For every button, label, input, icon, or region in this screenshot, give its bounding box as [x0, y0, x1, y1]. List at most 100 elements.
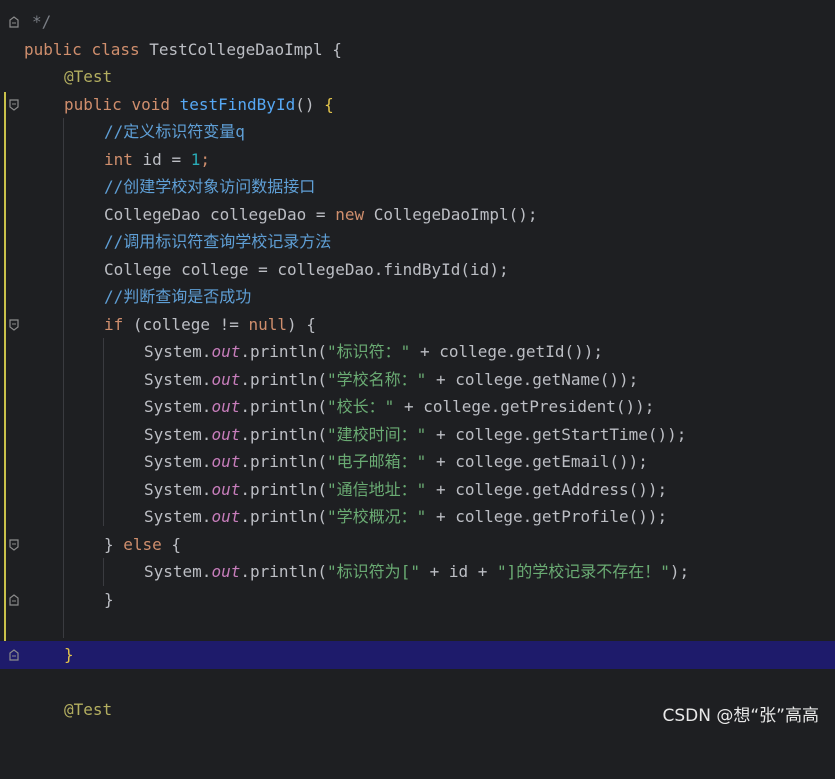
code-text: System. [144, 397, 212, 416]
field: out [211, 425, 241, 444]
code-text: System. [144, 425, 212, 444]
fold-icon[interactable] [9, 99, 19, 111]
code-line[interactable] [0, 613, 835, 641]
code-text: System. [144, 507, 212, 526]
code-text: } [104, 535, 124, 554]
code-text: + college.getAddress()); [426, 480, 668, 499]
code-line[interactable] [0, 668, 835, 696]
code-text: .println( [240, 342, 328, 361]
string: "通信地址：" [327, 480, 427, 499]
field: out [211, 370, 241, 389]
comment: //定义标识符变量q [104, 122, 245, 141]
watermark: CSDN @想“张”高高 [662, 706, 820, 726]
annotation: @Test [64, 67, 113, 86]
code-line[interactable]: public void testFindById() { [0, 91, 835, 119]
code-text: .println( [240, 507, 328, 526]
comment: //判断查询是否成功 [104, 287, 252, 306]
field: out [211, 397, 241, 416]
code-text: + college.getPresident()); [394, 397, 655, 416]
code-text: + college.getName()); [426, 370, 639, 389]
keyword: class [91, 40, 140, 59]
fold-icon[interactable] [9, 539, 19, 551]
code-line[interactable]: System.out.println("标识符为[" + id + "]的学校记… [0, 558, 835, 586]
code-line[interactable]: System.out.println("通信地址：" + college.get… [0, 476, 835, 504]
code-line[interactable]: System.out.println("标识符：" + college.getI… [0, 338, 835, 366]
semicolon: ; [200, 150, 210, 169]
brace: { [324, 95, 334, 114]
code-line[interactable]: CollegeDao collegeDao = new CollegeDaoIm… [0, 201, 835, 229]
code-text: + college.getEmail()); [426, 452, 648, 471]
code-text: .println( [240, 370, 328, 389]
class-name: TestCollegeDaoImpl [149, 40, 323, 59]
code-line[interactable]: System.out.println("电子邮箱：" + college.get… [0, 448, 835, 476]
string: "标识符：" [327, 342, 411, 361]
string: "]的学校记录不存在！" [497, 562, 670, 581]
paren: () [295, 95, 325, 114]
comment: //创建学校对象访问数据接口 [104, 177, 316, 196]
code-text: id = [132, 150, 191, 169]
fold-end-icon[interactable] [9, 649, 19, 661]
fold-icon[interactable] [9, 319, 19, 331]
code-text: System. [144, 452, 212, 471]
field: out [211, 342, 241, 361]
code-text: College college = collegeDao.findById(id… [104, 260, 509, 279]
code-line[interactable]: //判断查询是否成功 [0, 283, 835, 311]
code-line[interactable]: if (college != null) { [0, 311, 835, 339]
code-text: System. [144, 370, 212, 389]
keyword: public [24, 40, 82, 59]
code-line[interactable]: int id = 1; [0, 146, 835, 174]
field: out [211, 480, 241, 499]
code-text: { [161, 535, 182, 554]
code-text: ) { [287, 315, 316, 334]
fold-end-icon[interactable] [9, 594, 19, 606]
field: out [211, 452, 241, 471]
code-editor[interactable]: */ public class TestCollegeDaoImpl { @Te… [0, 0, 835, 734]
code-line[interactable]: } [0, 586, 835, 614]
code-text: .println( [240, 425, 328, 444]
string: "建校时间：" [327, 425, 427, 444]
code-line[interactable]: //调用标识符查询学校记录方法 [0, 228, 835, 256]
keyword: void [131, 95, 170, 114]
code-line[interactable]: //定义标识符变量q [0, 118, 835, 146]
code-text: .println( [240, 397, 328, 416]
string: "电子邮箱：" [327, 452, 427, 471]
brace: } [64, 645, 74, 664]
fold-end-icon[interactable] [9, 16, 19, 28]
keyword: if [104, 315, 124, 334]
code-line[interactable]: } else { [0, 531, 835, 559]
code-text: CollegeDao collegeDao = [104, 205, 336, 224]
code-text: + college.getId()); [410, 342, 603, 361]
keyword: int [104, 150, 133, 169]
code-line[interactable]: System.out.println("学校概况：" + college.get… [0, 503, 835, 531]
keyword: else [123, 535, 162, 554]
code-text: System. [144, 480, 212, 499]
field: out [211, 562, 241, 581]
code-text: + id + [419, 562, 498, 581]
field: out [211, 507, 241, 526]
code-line[interactable]: System.out.println("校长：" + college.getPr… [0, 393, 835, 421]
code-line[interactable]: College college = collegeDao.findById(id… [0, 256, 835, 284]
code-text: } [104, 590, 114, 609]
current-line[interactable]: } [0, 641, 835, 669]
code-text: .println( [240, 452, 328, 471]
code-line[interactable]: System.out.println("学校名称：" + college.get… [0, 366, 835, 394]
code-text: (college != [123, 315, 249, 334]
code-line[interactable]: System.out.println("建校时间：" + college.get… [0, 421, 835, 449]
code-text: System. [144, 562, 212, 581]
annotation: @Test [64, 700, 113, 719]
method-name: testFindById [179, 95, 296, 114]
keyword: public [64, 95, 122, 114]
comment-end: */ [32, 12, 52, 31]
keyword: new [335, 205, 365, 224]
string: "学校名称：" [327, 370, 427, 389]
code-text: .println( [240, 480, 328, 499]
string: "校长：" [327, 397, 395, 416]
code-line[interactable]: //创建学校对象访问数据接口 [0, 173, 835, 201]
code-line[interactable]: @Test [0, 63, 835, 91]
comment: //调用标识符查询学校记录方法 [104, 232, 332, 251]
code-text: ); [669, 562, 690, 581]
number: 1 [190, 150, 201, 169]
code-line[interactable]: */ [0, 8, 835, 36]
code-line[interactable]: public class TestCollegeDaoImpl { [0, 36, 835, 64]
string: "学校概况：" [327, 507, 427, 526]
